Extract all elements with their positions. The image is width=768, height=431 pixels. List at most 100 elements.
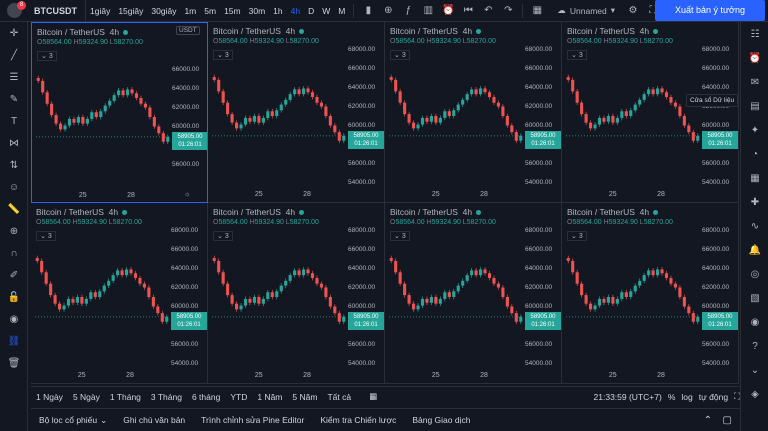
prediction-icon[interactable]: ⇅ — [0, 154, 28, 176]
chat-icon[interactable]: ✉ — [741, 70, 768, 94]
indicators-collapse-button[interactable]: ⌄ 3 — [390, 231, 410, 241]
zoom-in-icon[interactable]: ⊕ — [0, 220, 28, 242]
chevron-down-icon[interactable]: ⌄ — [741, 358, 768, 382]
range-button[interactable]: 1 Tháng — [105, 392, 146, 402]
pulse-icon[interactable]: ∿ — [741, 214, 768, 238]
eye-icon[interactable]: ◉ — [0, 308, 28, 330]
range-button[interactable]: 1 Năm — [252, 392, 287, 402]
calendar-icon[interactable]: ▦ — [741, 166, 768, 190]
interval-button[interactable]: 30giây — [147, 0, 180, 22]
interval-button[interactable]: 30m — [245, 0, 270, 22]
candle-body — [50, 103, 54, 116]
range-button[interactable]: Tất cả — [322, 392, 356, 402]
pattern-icon[interactable]: ⋈ — [0, 132, 28, 154]
indicators-icon[interactable]: ƒ — [398, 0, 418, 22]
user-menu[interactable]: 8 — [0, 0, 28, 22]
news-icon[interactable]: ▧ — [741, 286, 768, 310]
interval-button[interactable]: 5m — [200, 0, 220, 22]
indicators-collapse-button[interactable]: ⌄ 3 — [567, 50, 587, 60]
watchlist-icon[interactable]: ☷ — [741, 22, 768, 46]
bottom-tab[interactable]: Trình chỉnh sửa Pine Editor — [193, 415, 312, 426]
collapse-up-icon[interactable]: ⌃ — [704, 415, 712, 426]
lock-icon[interactable]: 🔓 — [0, 286, 28, 308]
fib-icon[interactable]: ☰ — [0, 66, 28, 88]
clock-display[interactable]: 21:33:59 (UTC+7) — [594, 392, 662, 402]
ruler-icon[interactable]: 📏 — [0, 198, 28, 220]
percent-toggle[interactable]: % — [668, 392, 676, 402]
settings-icon[interactable]: ⚙ — [623, 0, 643, 22]
candle-body — [465, 94, 469, 100]
clock-icon[interactable]: ◔ — [741, 142, 768, 166]
interval-button[interactable]: 15m — [220, 0, 245, 22]
bottom-tab[interactable]: Ghi chú văn bản — [115, 415, 193, 426]
calendar-range-icon[interactable]: ▦ — [364, 391, 382, 402]
indicators-collapse-button[interactable]: ⌄ 3 — [213, 231, 233, 241]
hotlist-icon[interactable]: ✚ — [741, 190, 768, 214]
interval-button[interactable]: M — [334, 0, 349, 22]
trash-icon[interactable]: 🗑 — [0, 352, 28, 374]
chart-pane[interactable]: Bitcoin / TetherUS 4h O58564.00 H59324.90… — [562, 203, 739, 384]
interval-button[interactable]: 15giây — [114, 0, 147, 22]
crosshair-icon[interactable]: ✛ — [0, 22, 28, 44]
pencil-lock-icon[interactable]: ✐ — [0, 264, 28, 286]
help-icon[interactable]: ? — [741, 334, 768, 358]
chart-pane[interactable]: Bitcoin / TetherUS 4h O58564.00 H59324.90… — [31, 203, 208, 384]
alert-icon[interactable]: ⏰ — [438, 0, 458, 22]
text-icon[interactable]: T — [0, 110, 28, 132]
range-button[interactable]: 5 Ngày — [68, 392, 105, 402]
range-button[interactable]: 6 tháng — [187, 392, 225, 402]
bulb-icon[interactable]: ✦ — [741, 118, 768, 142]
layout-name-button[interactable]: ☁ Unnamed ▾ — [557, 5, 615, 16]
publish-idea-button[interactable]: Xuất bản ý tưởng — [655, 0, 765, 21]
replay-icon[interactable]: ⏮ — [458, 0, 478, 22]
notification-icon[interactable]: 🔔 — [741, 238, 768, 262]
alarm-icon[interactable]: ⏰ — [741, 46, 768, 70]
chart-pane[interactable]: Bitcoin / TetherUS 4h O58564.00 H59324.90… — [208, 22, 385, 203]
auto-toggle[interactable]: tự động — [699, 392, 728, 402]
undo-icon[interactable]: ↶ — [478, 0, 498, 22]
range-button[interactable]: 5 Năm — [287, 392, 322, 402]
emoji-icon[interactable]: ☺ — [0, 176, 28, 198]
interval-button[interactable]: W — [318, 0, 334, 22]
chart-pane[interactable]: Bitcoin / TetherUS 4h O58564.00 H59324.90… — [208, 203, 385, 384]
interval-button[interactable]: 1m — [180, 0, 200, 22]
indicators-collapse-button[interactable]: ⌄ 3 — [36, 231, 56, 241]
bar-style-icon[interactable]: ▮ — [358, 0, 378, 22]
layout-grid-icon[interactable]: ▦ — [527, 0, 547, 22]
interval-button[interactable]: 4h — [287, 0, 304, 22]
interval-button[interactable]: D — [304, 0, 318, 22]
templates-icon[interactable]: ▥ — [418, 0, 438, 22]
redo-icon[interactable]: ↷ — [498, 0, 518, 22]
chart-pane[interactable]: Bitcoin / TetherUS 4h O58564.00 H59324.90… — [31, 22, 208, 203]
indicators-collapse-button[interactable]: ⌄ 3 — [390, 50, 410, 60]
symbol-search-button[interactable]: BTCUSDT — [28, 0, 86, 22]
range-button[interactable]: YTD — [225, 392, 252, 402]
range-button[interactable]: 3 Tháng — [146, 392, 187, 402]
magnet-icon[interactable]: ∩ — [0, 242, 28, 264]
chart-pane[interactable]: Bitcoin / TetherUS 4h O58564.00 H59324.90… — [562, 22, 739, 203]
axis-settings-icon[interactable]: ☼ — [184, 191, 190, 198]
trend-line-icon[interactable]: ╱ — [0, 44, 28, 66]
brush-icon[interactable]: ✎ — [0, 88, 28, 110]
bottom-tab[interactable]: Bộ lọc cổ phiếu ⌄ — [31, 415, 115, 426]
indicators-collapse-button[interactable]: ⌄ 3 — [567, 231, 587, 241]
range-button[interactable]: 1 Ngày — [31, 392, 68, 402]
maximize-icon[interactable]: ▢ — [723, 415, 732, 426]
indicators-collapse-button[interactable]: ⌄ 3 — [213, 50, 233, 60]
chart-pane[interactable]: Bitcoin / TetherUS 4h O58564.00 H59324.90… — [385, 203, 562, 384]
target-icon[interactable]: ◎ — [741, 262, 768, 286]
fullscreen-icon[interactable]: ⛶ — [734, 391, 740, 402]
signal-icon[interactable]: ◉ — [741, 310, 768, 334]
layers-icon[interactable]: ◈ — [741, 382, 768, 406]
bottom-tab[interactable]: Kiểm tra Chiến lược — [312, 415, 404, 426]
currency-label[interactable]: USDT — [176, 26, 200, 35]
bottom-tab[interactable]: Bảng Giao dịch — [404, 415, 478, 426]
add-indicator-icon[interactable]: ⊕ — [378, 0, 398, 22]
data-window-icon[interactable]: ▤ — [741, 94, 768, 118]
interval-button[interactable]: 1h — [269, 0, 286, 22]
indicators-collapse-button[interactable]: ⌄ 3 — [37, 51, 57, 61]
link-icon[interactable]: ⛓ — [0, 330, 28, 352]
interval-button[interactable]: 1giây — [86, 0, 114, 22]
log-toggle[interactable]: log — [681, 392, 692, 402]
chart-pane[interactable]: Bitcoin / TetherUS 4h O58564.00 H59324.90… — [385, 22, 562, 203]
